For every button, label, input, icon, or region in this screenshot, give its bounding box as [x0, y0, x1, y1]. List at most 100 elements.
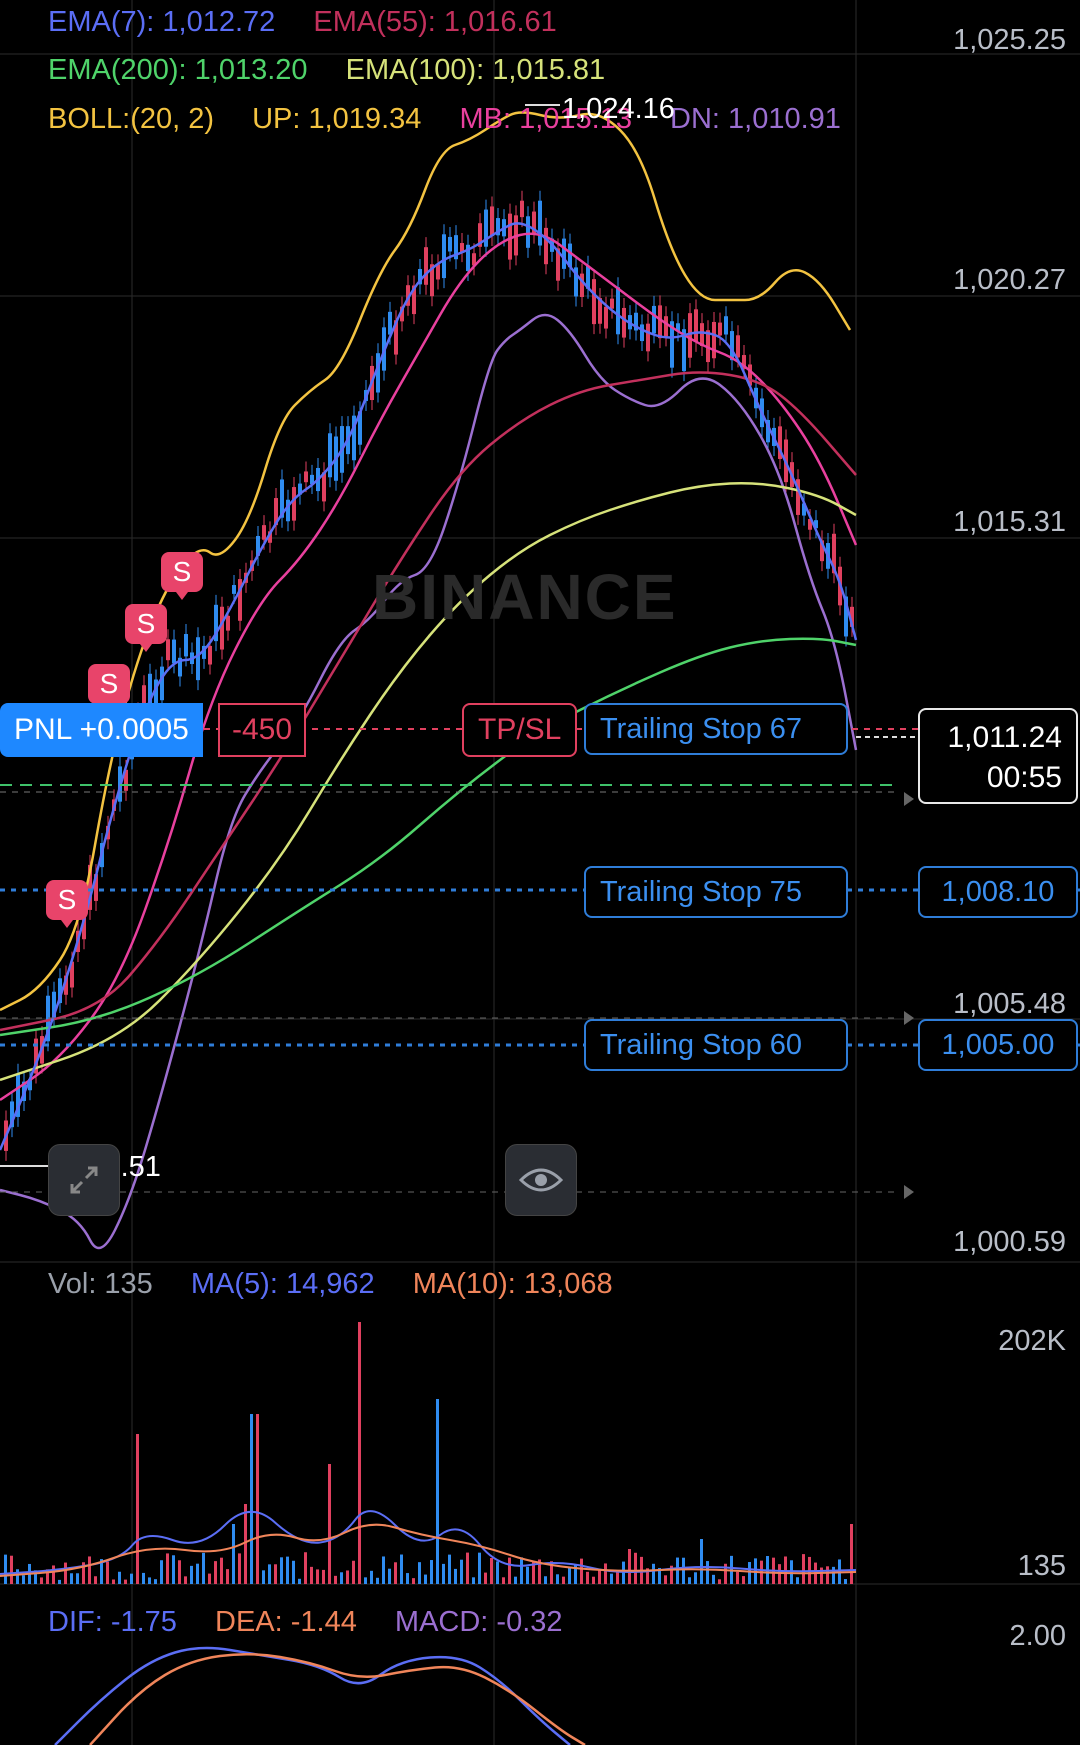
- candle: [616, 287, 620, 335]
- volume-bar: [634, 1552, 637, 1584]
- expand-button[interactable]: [48, 1144, 120, 1216]
- watermark: BINANCE: [372, 561, 678, 633]
- trailing-stop-tag[interactable]: Trailing Stop 67: [584, 703, 848, 755]
- volume-bar: [568, 1567, 571, 1584]
- ema55-line: [0, 371, 857, 1032]
- vol-ma10-label: MA(10): 13,068: [412, 1268, 613, 1300]
- volume-bar: [172, 1555, 175, 1584]
- volume-bar: [394, 1562, 397, 1584]
- volume-bar: [424, 1574, 427, 1584]
- visibility-button[interactable]: [505, 1144, 577, 1216]
- trailing-stop-tag[interactable]: Trailing Stop 60: [584, 1019, 848, 1071]
- price-axis-label: 1,000.59: [953, 1226, 1066, 1258]
- vol-ma5-label: MA(5): 14,962: [190, 1268, 375, 1300]
- arrow-icon: [904, 792, 914, 806]
- volume-bar: [106, 1561, 109, 1584]
- volume-bar: [490, 1557, 493, 1584]
- vol-label: Vol: 135: [48, 1268, 153, 1300]
- current-price: 1,011.24: [947, 721, 1062, 754]
- volume-bar: [214, 1561, 217, 1584]
- candle: [436, 264, 440, 280]
- trailing-stop-price[interactable]: 1,005.00: [918, 1019, 1078, 1071]
- eye-icon: [519, 1168, 563, 1192]
- volume-bar: [430, 1560, 433, 1584]
- volume-bar: [328, 1464, 331, 1584]
- volume-bar: [22, 1575, 25, 1584]
- volume-bar: [94, 1576, 97, 1584]
- volume-bar: [682, 1557, 685, 1584]
- volume-bar: [436, 1399, 439, 1584]
- macd-legend: DIF: -1.75 DEA: -1.44 MACD: -0.32: [48, 1606, 593, 1639]
- sell-marker[interactable]: S: [88, 664, 130, 712]
- candle: [196, 637, 200, 681]
- volume-bar: [664, 1575, 667, 1584]
- ema100-label: EMA(100): 1,015.81: [345, 54, 606, 86]
- volume-bar: [466, 1552, 469, 1584]
- volume-bar: [580, 1558, 583, 1584]
- candle: [208, 645, 212, 665]
- candle: [232, 585, 236, 594]
- high-price-label: 1,024.16: [562, 93, 675, 125]
- volume-bar: [358, 1322, 361, 1584]
- volume-bar: [112, 1579, 115, 1584]
- candle: [562, 238, 566, 269]
- volume-legend: Vol: 135 MA(5): 14,962 MA(10): 13,068: [48, 1268, 643, 1301]
- volume-bar: [4, 1554, 7, 1584]
- candle: [712, 321, 716, 359]
- candle: [736, 335, 740, 358]
- volume-bar: [286, 1556, 289, 1584]
- candle: [688, 313, 692, 358]
- volume-bar: [478, 1552, 481, 1584]
- volume-bar: [736, 1571, 739, 1584]
- candle: [544, 227, 548, 265]
- volume-bar: [262, 1570, 265, 1584]
- position-qty[interactable]: -450: [218, 703, 307, 757]
- volume-bar: [508, 1557, 511, 1584]
- volume-bar: [370, 1570, 373, 1584]
- volume-bar: [460, 1559, 463, 1584]
- volume-bar: [412, 1578, 415, 1584]
- volume-bar: [166, 1553, 169, 1584]
- volume-bar: [256, 1414, 259, 1584]
- volume-bar: [40, 1577, 43, 1584]
- candle: [184, 634, 188, 657]
- boll-legend: BOLL:(20, 2) UP: 1,019.34 MB: 1,015.13 D…: [48, 103, 871, 136]
- volume-bar: [316, 1569, 319, 1584]
- volume-bar: [700, 1539, 703, 1584]
- sell-marker[interactable]: S: [46, 880, 88, 928]
- macd-lines: [54, 1646, 586, 1745]
- volume-bar: [502, 1577, 505, 1584]
- volume-bar: [562, 1576, 565, 1584]
- volume-bar: [124, 1579, 127, 1584]
- volume-bar: [268, 1564, 271, 1584]
- volume-bar: [718, 1579, 721, 1584]
- volume-bar: [706, 1561, 709, 1584]
- candle: [700, 323, 704, 346]
- dif-label: DIF: -1.75: [48, 1606, 177, 1638]
- volume-bar: [304, 1552, 307, 1584]
- candle: [262, 525, 266, 540]
- trailing-stop-tag[interactable]: Trailing Stop 75: [584, 866, 848, 918]
- volume-bar: [496, 1561, 499, 1584]
- volume-bar: [322, 1569, 325, 1584]
- macd-axis-top: 2.00: [1009, 1620, 1066, 1652]
- chart-root[interactable]: BINANCE EMA(7): 1,012.72 EMA(55): 1,016.…: [0, 0, 1080, 1745]
- candle: [160, 666, 164, 701]
- tpsl-button[interactable]: TP/SL: [462, 703, 578, 757]
- sell-marker[interactable]: S: [125, 604, 167, 652]
- dea-line: [89, 1653, 586, 1745]
- volume-bar: [334, 1575, 337, 1584]
- pnl-badge[interactable]: PNL +0.0005: [0, 703, 203, 757]
- sell-marker[interactable]: S: [161, 552, 203, 600]
- boll-label: BOLL:(20, 2): [48, 103, 215, 135]
- volume-bar: [586, 1571, 589, 1584]
- candle: [520, 200, 524, 218]
- trailing-stop-price[interactable]: 1,008.10: [918, 866, 1078, 918]
- volume-bar: [64, 1562, 67, 1584]
- candle: [166, 639, 170, 661]
- volume-bar: [208, 1573, 211, 1584]
- volume-bar: [226, 1569, 229, 1584]
- volume-bar: [526, 1566, 529, 1584]
- volume-bar: [154, 1579, 157, 1584]
- volume-bar: [694, 1572, 697, 1584]
